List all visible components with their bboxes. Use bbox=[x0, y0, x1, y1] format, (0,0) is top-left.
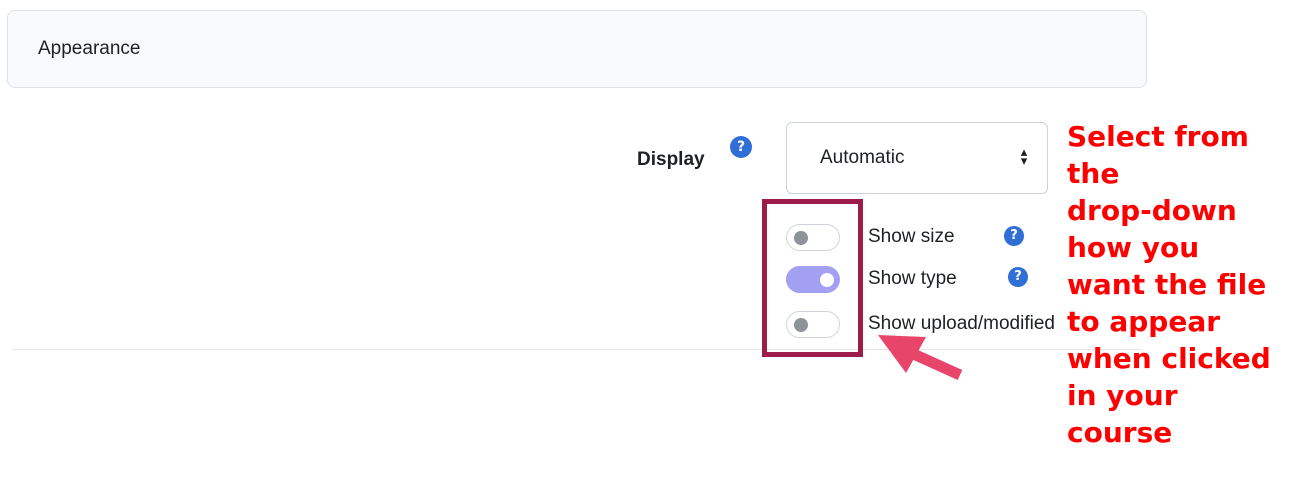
display-select-value: Automatic bbox=[820, 147, 905, 168]
show-type-label: Show type bbox=[868, 268, 957, 289]
annotation-line: drop-down bbox=[1067, 194, 1237, 227]
annotation-callout: Select from the drop-down how you want t… bbox=[1067, 118, 1312, 451]
appearance-section-header[interactable]: Appearance bbox=[7, 10, 1147, 88]
sort-arrows-icon: ▴ ▾ bbox=[1020, 144, 1028, 168]
annotation-line: to appear bbox=[1067, 305, 1221, 338]
toggles-highlight-box bbox=[762, 199, 863, 357]
question-circle-icon[interactable]: ? bbox=[1004, 226, 1024, 246]
annotation-line: Select from bbox=[1067, 120, 1249, 153]
show-size-label: Show size bbox=[868, 226, 955, 247]
display-select[interactable]: Automatic ▴ ▾ bbox=[786, 122, 1048, 194]
annotation-line: in your bbox=[1067, 379, 1178, 412]
section-divider bbox=[12, 349, 1142, 350]
annotation-line: want the file bbox=[1067, 268, 1267, 301]
pointer-arrow-icon bbox=[878, 335, 963, 381]
section-title: Appearance bbox=[38, 38, 141, 59]
annotation-line: course bbox=[1067, 416, 1173, 449]
display-label: Display bbox=[637, 149, 705, 170]
annotation-line: when clicked bbox=[1067, 342, 1271, 375]
question-circle-icon[interactable]: ? bbox=[1008, 267, 1028, 287]
annotation-line: how you bbox=[1067, 231, 1200, 264]
question-circle-icon[interactable]: ? bbox=[730, 136, 752, 158]
annotation-line: the bbox=[1067, 157, 1120, 190]
